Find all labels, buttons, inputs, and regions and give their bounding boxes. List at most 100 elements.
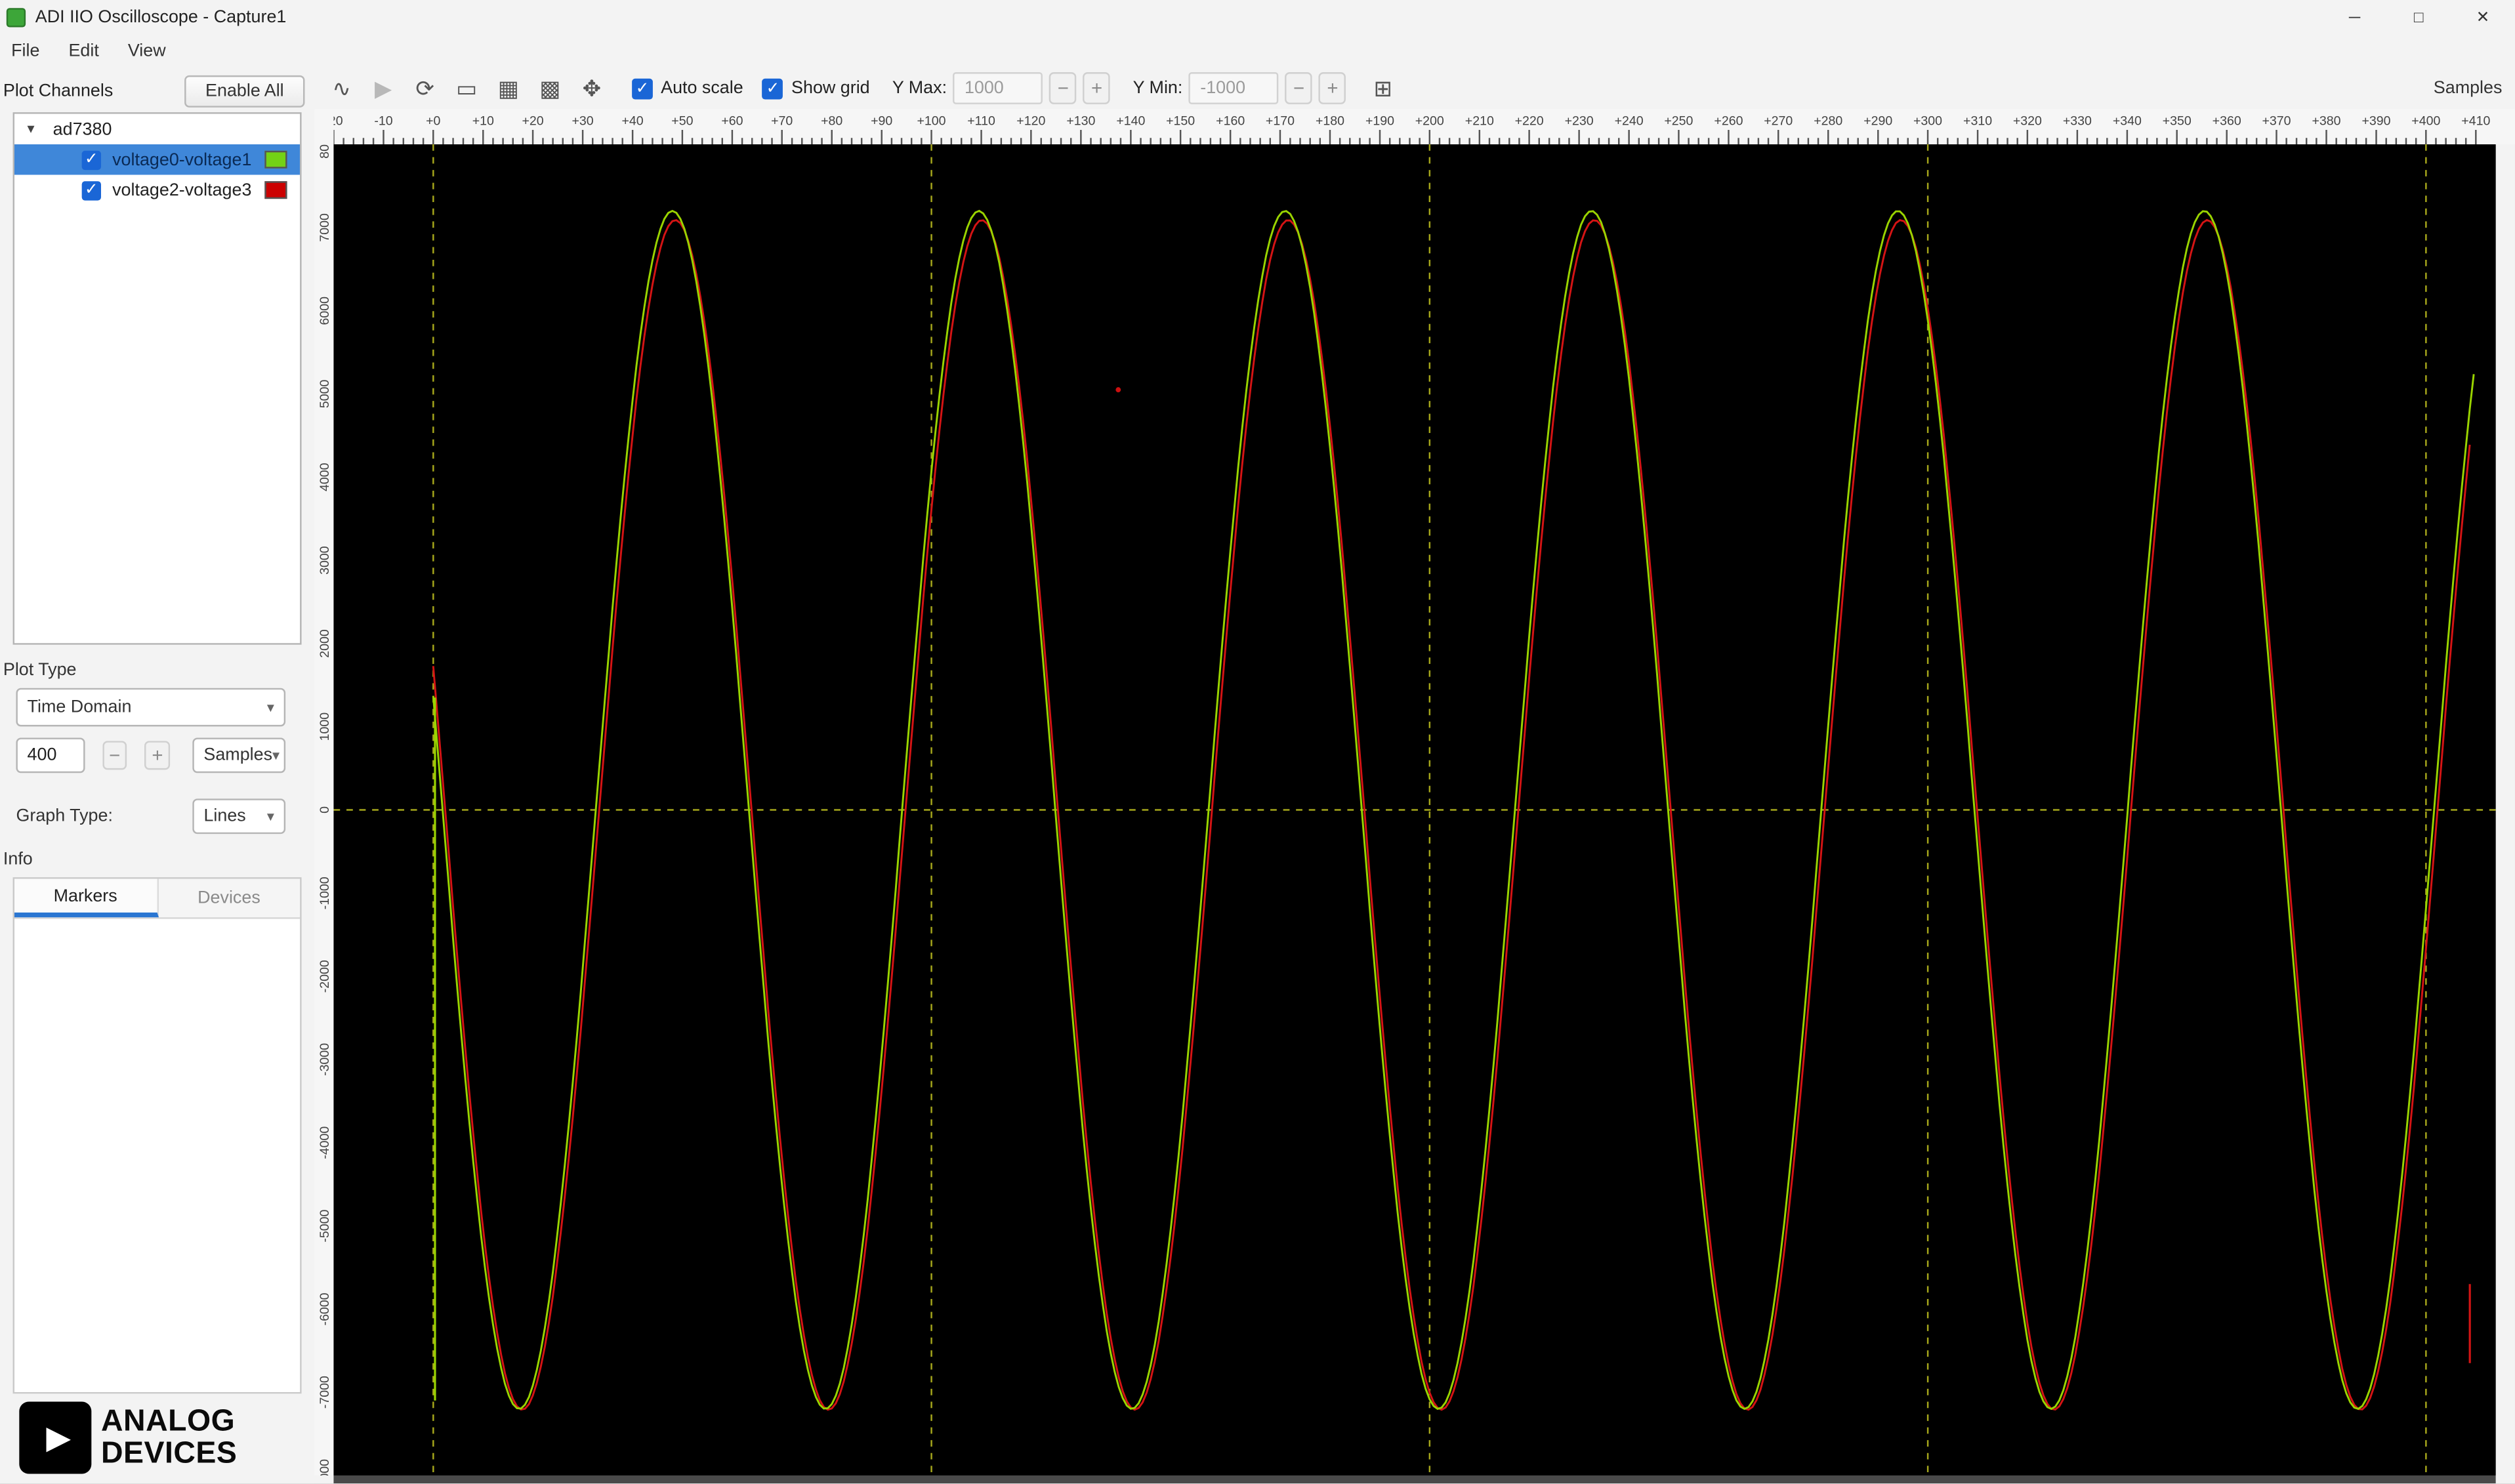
sample-unit-value: Samples — [203, 745, 273, 766]
logo-text-line2: DEVICES — [101, 1436, 238, 1470]
svg-text:+10: +10 — [472, 114, 494, 129]
svg-text:+200: +200 — [1415, 114, 1444, 129]
svg-text:-1000: -1000 — [318, 876, 332, 909]
svg-text:+160: +160 — [1216, 114, 1245, 129]
menu-item-file[interactable]: File — [8, 39, 52, 64]
capture-sweep-icon[interactable]: ∿ — [321, 71, 363, 106]
auto-scale-label: Auto scale — [661, 78, 743, 98]
y-max-increment-button[interactable]: + — [1083, 72, 1111, 104]
y-max-decrement-button[interactable]: − — [1049, 72, 1077, 104]
svg-text:+30: +30 — [572, 114, 594, 129]
sample-count-decrement-button[interactable]: − — [102, 741, 127, 770]
new-plot-icon[interactable]: ⊞ — [1362, 71, 1404, 106]
svg-text:-8000: -8000 — [318, 1459, 332, 1475]
svg-text:2000: 2000 — [318, 629, 332, 658]
menu-item-view[interactable]: View — [125, 39, 178, 64]
menubar: File Edit View — [0, 35, 2515, 68]
svg-text:-2000: -2000 — [318, 960, 332, 993]
logo-text-line1: ANALOG — [101, 1404, 236, 1438]
sample-unit-dropdown[interactable]: Samples ▾ — [192, 737, 286, 773]
plot-bottom-scrollbar[interactable] — [333, 1475, 2496, 1484]
svg-text:+40: +40 — [622, 114, 644, 129]
svg-text:+190: +190 — [1365, 114, 1394, 129]
channel-label: voltage0-voltage1 — [112, 150, 252, 169]
checkbox-checked-icon: ✓ — [762, 77, 783, 99]
svg-text:-7000: -7000 — [318, 1376, 332, 1409]
pan-icon[interactable]: ✥ — [571, 71, 613, 106]
markers-tab-content — [14, 918, 301, 1392]
tab-devices[interactable]: Devices — [158, 879, 300, 918]
play-icon: ▶ — [375, 74, 392, 100]
svg-text:+340: +340 — [2113, 114, 2142, 129]
analog-devices-logo: ▶ ANALOG DEVICES — [19, 1401, 314, 1474]
svg-text:6000: 6000 — [318, 297, 332, 325]
graph-type-label: Graph Type: — [16, 806, 113, 826]
expander-icon[interactable]: ▾ — [28, 120, 43, 138]
y-min-increment-button[interactable]: + — [1319, 72, 1346, 104]
channel-colors-icon[interactable]: ▩ — [530, 71, 572, 106]
plot-type-value: Time Domain — [27, 697, 132, 717]
sample-count-input[interactable]: 400 — [16, 737, 85, 773]
close-button[interactable]: ✕ — [2451, 0, 2515, 35]
svg-text:4000: 4000 — [318, 463, 332, 491]
svg-text:+150: +150 — [1166, 114, 1195, 129]
channel-row-voltage2-voltage3[interactable]: ✓ voltage2-voltage3 — [14, 175, 300, 205]
svg-text:+180: +180 — [1316, 114, 1344, 129]
sample-count-increment-button[interactable]: + — [144, 741, 171, 770]
window-controls: ─ □ ✕ — [2323, 0, 2515, 35]
svg-text:+60: +60 — [721, 114, 743, 129]
y-min-input[interactable]: -1000 — [1189, 72, 1279, 104]
graph-type-dropdown[interactable]: Lines ▾ — [192, 798, 286, 835]
plot-type-dropdown[interactable]: Time Domain ▾ — [16, 688, 286, 727]
svg-text:+110: +110 — [967, 114, 995, 129]
svg-text:+130: +130 — [1066, 114, 1095, 129]
oscilloscope-plot[interactable] — [333, 144, 2496, 1475]
grid-arrangement-icon[interactable]: ▦ — [488, 71, 530, 106]
channel-checkbox[interactable]: ✓ — [81, 180, 102, 200]
svg-text:+330: +330 — [2063, 114, 2092, 129]
svg-text:+210: +210 — [1465, 114, 1494, 129]
svg-text:+410: +410 — [2461, 114, 2490, 129]
snapshot-icon[interactable]: ▭ — [446, 71, 488, 106]
menu-item-edit[interactable]: Edit — [66, 39, 112, 64]
auto-scale-checkbox[interactable]: ✓ Auto scale — [632, 77, 743, 99]
svg-text:-3000: -3000 — [318, 1043, 332, 1076]
device-row-ad7380[interactable]: ▾ ad7380 — [14, 114, 300, 144]
svg-text:+20: +20 — [522, 114, 543, 129]
show-grid-checkbox[interactable]: ✓ Show grid — [762, 77, 870, 99]
checkbox-checked-icon: ✓ — [632, 77, 653, 99]
channel-row-voltage0-voltage1[interactable]: ✓ voltage0-voltage1 — [14, 144, 301, 175]
svg-text:+310: +310 — [1963, 114, 1992, 129]
y-axis-labels: 8000 7000 6000 5000 4000 3000 2000 1000 0 -1000 -2… — [314, 130, 334, 1483]
svg-text:+350: +350 — [2163, 114, 2192, 129]
window-title: ADI IIO Oscilloscope - Capture1 — [35, 8, 287, 28]
info-tabbar: Markers Devices — [14, 878, 301, 919]
y-min-decrement-button[interactable]: − — [1285, 72, 1313, 104]
app-window: ADI IIO Oscilloscope - Capture1 ─ □ ✕ File… — [0, 0, 2515, 1484]
svg-text:7000: 7000 — [318, 213, 332, 242]
svg-text:+120: +120 — [1016, 114, 1045, 129]
sidebar: Plot Channels Enable All ▾ ad7380 ✓ volta… — [0, 67, 315, 1484]
y-max-input[interactable]: 1000 — [953, 72, 1043, 104]
channel-color-swatch[interactable] — [264, 150, 287, 169]
svg-text:+70: +70 — [771, 114, 793, 129]
svg-text:+280: +280 — [1814, 114, 1842, 129]
restart-capture-icon[interactable]: ⟳ — [404, 71, 446, 106]
svg-text:+50: +50 — [671, 114, 693, 129]
enable-all-button[interactable]: Enable All — [184, 75, 305, 108]
channel-color-swatch[interactable] — [264, 181, 287, 199]
svg-text:5000: 5000 — [318, 379, 332, 408]
channel-checkbox[interactable]: ✓ — [81, 150, 102, 169]
maximize-button[interactable]: □ — [2386, 0, 2451, 35]
minimize-button[interactable]: ─ — [2323, 0, 2387, 35]
tab-markers[interactable]: Markers — [14, 878, 158, 918]
svg-text:+80: +80 — [821, 114, 842, 129]
samples-axis-label: Samples — [2433, 78, 2503, 98]
svg-text:+240: +240 — [1615, 114, 1644, 129]
svg-text:+360: +360 — [2213, 114, 2241, 129]
svg-text:+380: +380 — [2312, 114, 2340, 129]
svg-text:+220: +220 — [1515, 114, 1544, 129]
svg-text:+90: +90 — [871, 114, 892, 129]
chevron-down-icon: ▾ — [266, 807, 275, 824]
chevron-down-icon: ▾ — [266, 698, 275, 715]
